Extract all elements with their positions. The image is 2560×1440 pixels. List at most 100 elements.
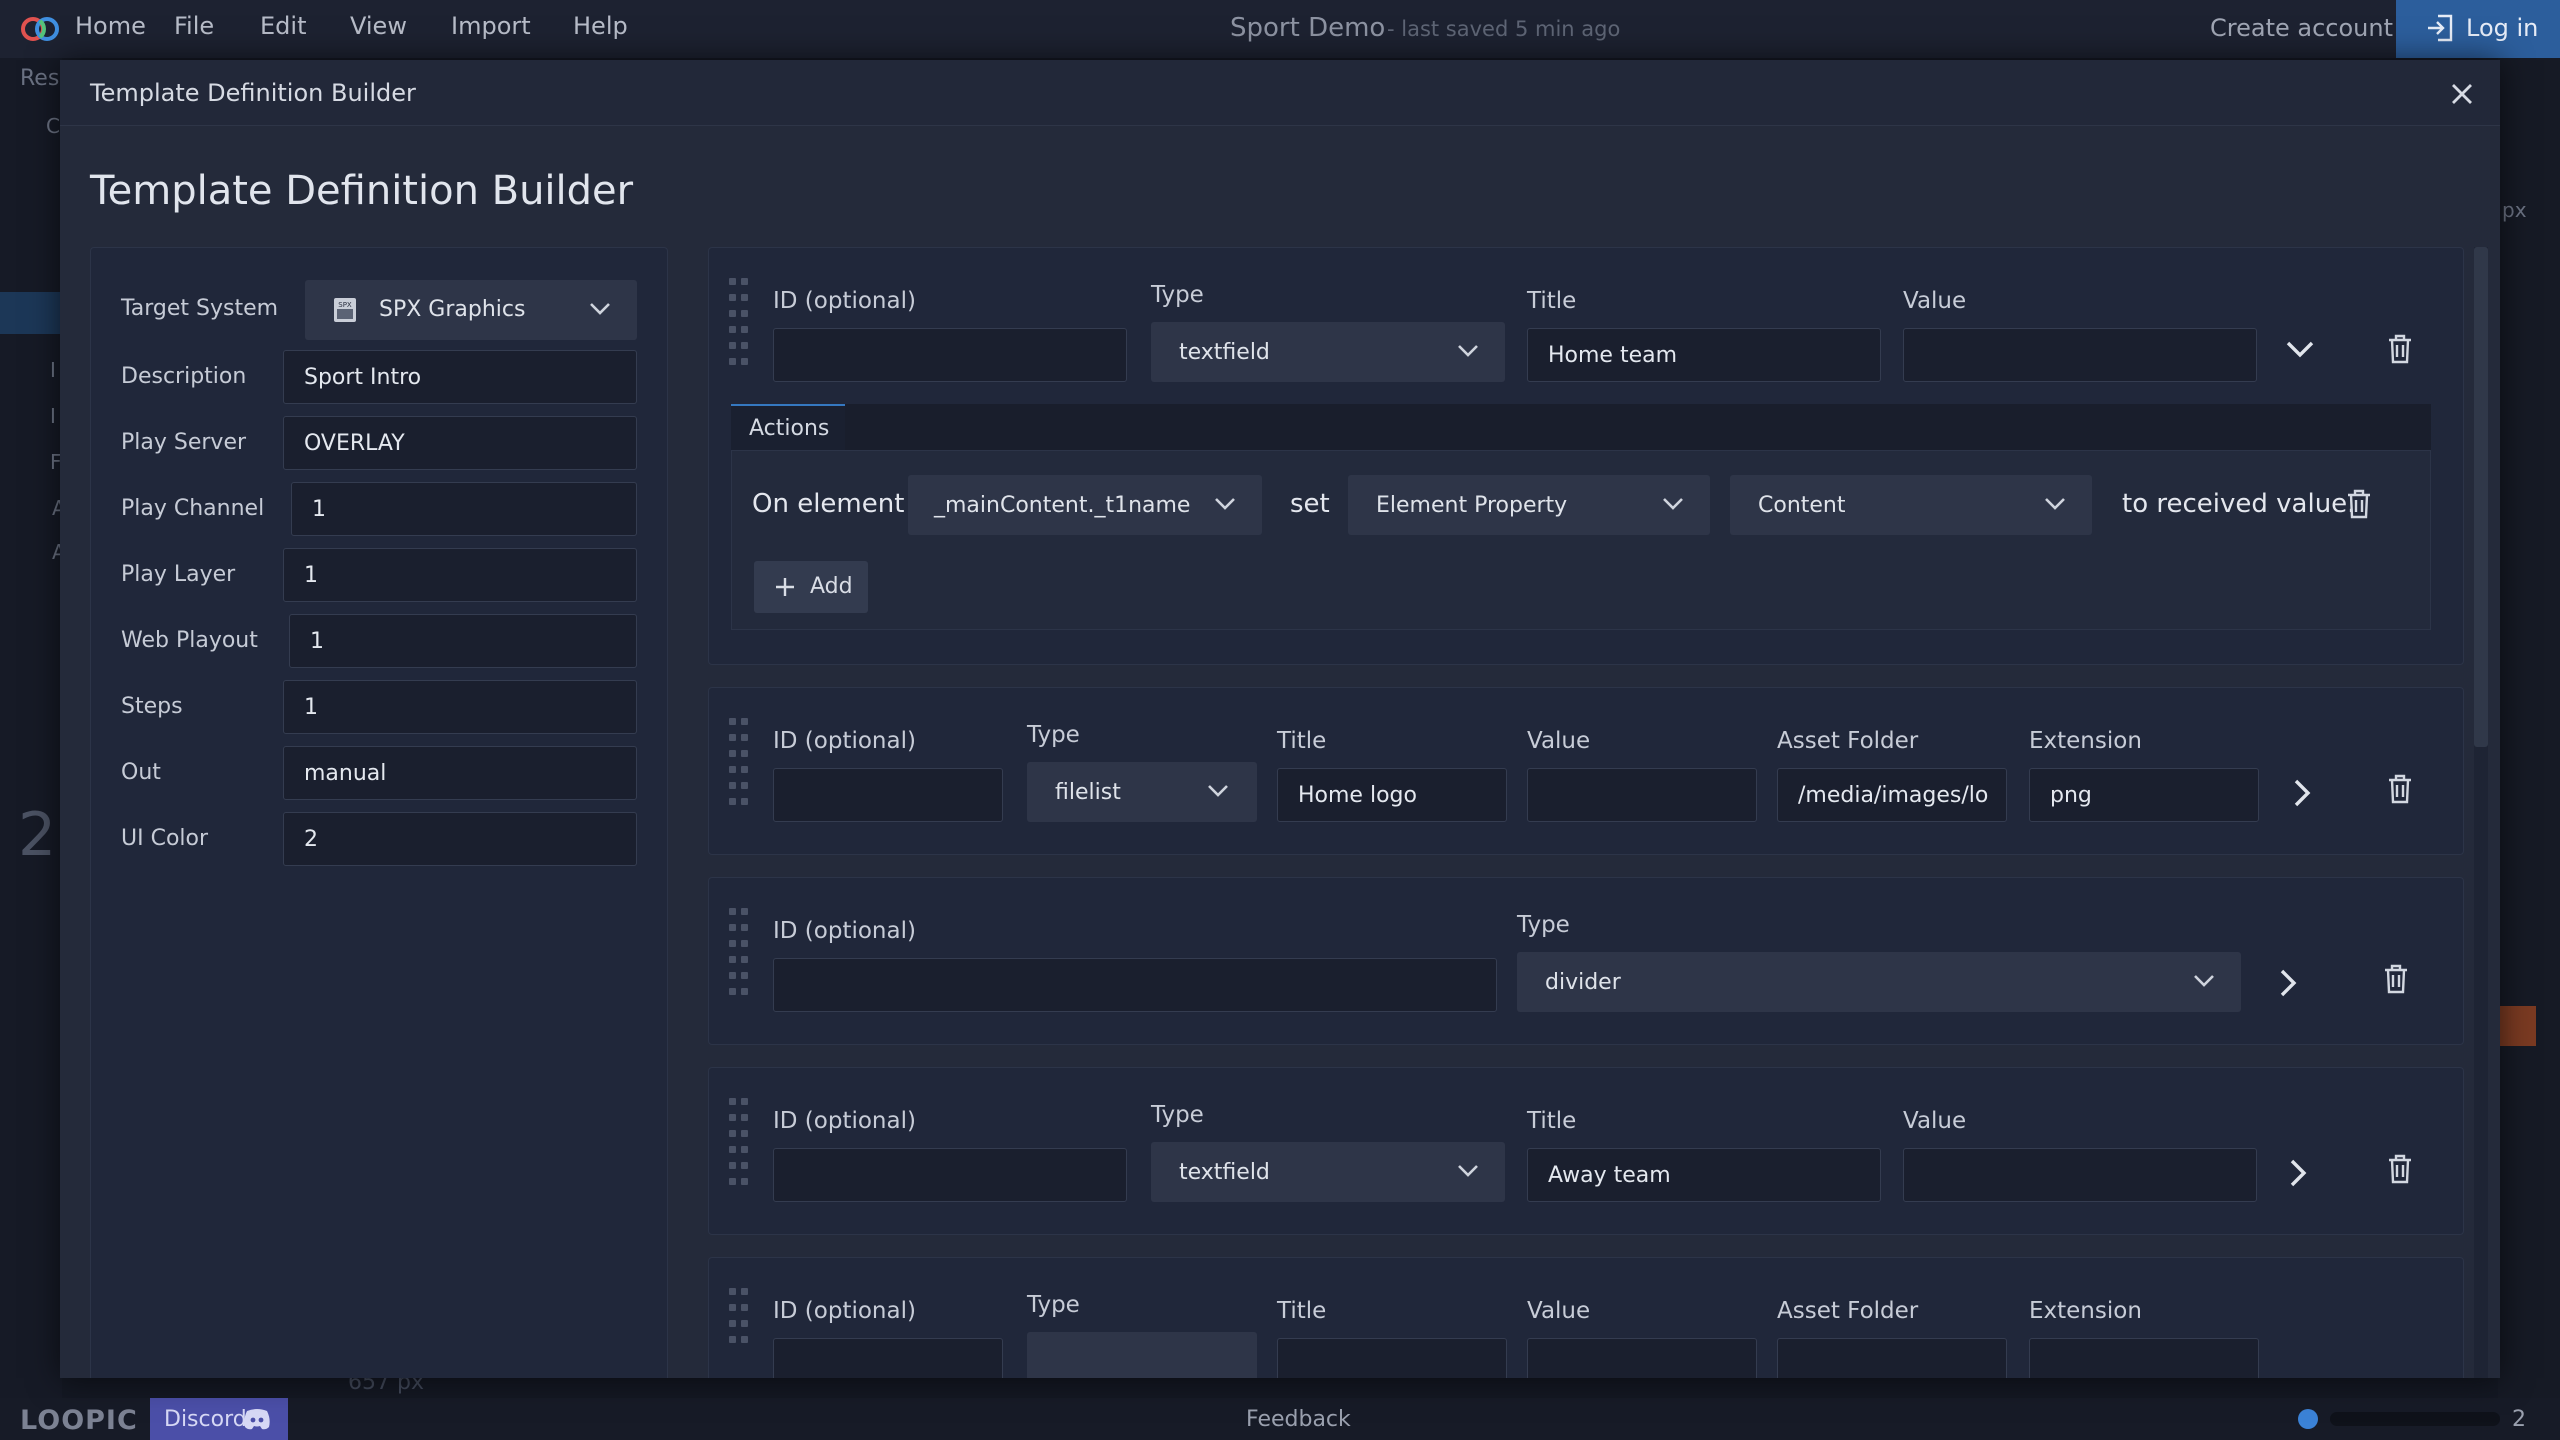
modal-header: Template Definition Builder (60, 60, 2500, 126)
drag-handle-icon[interactable] (729, 718, 753, 822)
asset-folder-input[interactable]: /media/images/lo (1777, 768, 2007, 822)
target-system-select[interactable]: SPX SPX Graphics (305, 280, 637, 340)
login-label: Log in (2466, 14, 2539, 42)
asset-folder-input[interactable] (1777, 1338, 2007, 1378)
type-label: Type (1151, 282, 1204, 308)
element-select[interactable]: _mainContent._t1name (908, 475, 1262, 535)
menu-import[interactable]: Import (451, 12, 531, 40)
title-input[interactable] (1277, 1338, 1507, 1378)
id-input[interactable] (773, 958, 1497, 1012)
type-select[interactable]: textfield (1151, 322, 1505, 382)
id-input[interactable] (773, 328, 1127, 382)
chevron-down-icon (2194, 975, 2214, 987)
create-account-link[interactable]: Create account (2210, 14, 2393, 42)
title-input[interactable]: Away team (1527, 1148, 1881, 1202)
ui-color-label: UI Color (121, 826, 209, 851)
chevron-down-icon[interactable] (2285, 340, 2315, 360)
trash-icon[interactable] (2387, 1154, 2413, 1184)
page-title: Template Definition Builder (90, 168, 634, 214)
drag-handle-icon[interactable] (729, 1098, 753, 1202)
trash-icon[interactable] (2387, 334, 2413, 364)
extension-label: Extension (2029, 1298, 2142, 1324)
play-channel-input[interactable]: 1 (291, 482, 637, 536)
feedback-link[interactable]: Feedback (1246, 1407, 1351, 1432)
target-system-value: SPX Graphics (379, 297, 526, 322)
type-value: divider (1545, 970, 1621, 995)
id-input[interactable] (773, 1148, 1127, 1202)
close-icon[interactable] (2444, 76, 2480, 112)
discord-label: Discord (164, 1407, 247, 1432)
actions-panel: On element _mainContent._t1name set Elem… (731, 450, 2431, 630)
type-value: filelist (1055, 780, 1121, 805)
type-select[interactable]: divider (1517, 952, 2241, 1012)
discord-button[interactable]: Discord (150, 1398, 288, 1440)
value-input[interactable] (1903, 328, 2257, 382)
target-system-label: Target System (121, 296, 279, 321)
type-select[interactable] (1027, 1332, 1257, 1378)
id-label: ID (optional) (773, 918, 916, 944)
template-builder-modal: Template Definition Builder Template Def… (60, 60, 2500, 1378)
menu-help[interactable]: Help (573, 12, 628, 40)
trash-icon[interactable] (2346, 489, 2372, 519)
chevron-down-icon (2045, 498, 2065, 510)
extension-input[interactable]: png (2029, 768, 2259, 822)
extension-input[interactable] (2029, 1338, 2259, 1378)
drag-handle-icon[interactable] (729, 278, 753, 382)
chevron-right-icon[interactable] (2289, 1158, 2309, 1188)
drag-handle-icon[interactable] (729, 1288, 753, 1378)
property-select[interactable]: Element Property (1348, 475, 1710, 535)
web-playout-input[interactable]: 1 (289, 614, 637, 668)
menu-bar: Home File Edit View Import Help Sport De… (0, 0, 2560, 58)
trash-icon[interactable] (2387, 774, 2413, 804)
chevron-down-icon (590, 303, 610, 315)
play-server-input[interactable]: OVERLAY (283, 416, 637, 470)
title-input[interactable]: Home logo (1277, 768, 1507, 822)
id-input[interactable] (773, 768, 1003, 822)
menu-view[interactable]: View (350, 12, 407, 40)
add-action-button[interactable]: Add (754, 561, 868, 613)
value-input[interactable] (1527, 1338, 1757, 1378)
out-input[interactable]: manual (283, 746, 637, 800)
ui-color-input[interactable]: 2 (283, 812, 637, 866)
menu-home[interactable]: Home (75, 12, 146, 40)
id-input[interactable] (773, 1338, 1003, 1378)
extension-label: Extension (2029, 728, 2142, 754)
tab-actions[interactable]: Actions (731, 404, 845, 450)
type-select[interactable]: textfield (1151, 1142, 1505, 1202)
value-input[interactable] (1527, 768, 1757, 822)
title-label: Title (1277, 728, 1327, 754)
play-layer-input[interactable]: 1 (283, 548, 637, 602)
chevron-down-icon (1215, 498, 1235, 510)
background-inspector: px (2498, 58, 2560, 1398)
chevron-down-icon (1458, 345, 1478, 357)
description-input[interactable]: Sport Intro (283, 350, 637, 404)
drag-handle-icon[interactable] (729, 908, 753, 1012)
bg-selected-row (0, 292, 62, 334)
menu-edit[interactable]: Edit (260, 12, 306, 40)
chevron-right-icon[interactable] (2293, 778, 2313, 808)
chevron-right-icon[interactable] (2279, 968, 2299, 998)
trash-icon[interactable] (2383, 964, 2409, 994)
type-select[interactable]: filelist (1027, 762, 1257, 822)
list-scrollbar-thumb[interactable] (2474, 247, 2488, 747)
tab-actions-label: Actions (749, 416, 830, 441)
field-card: ID (optional) Type Title Value Asset Fol… (708, 1257, 2464, 1378)
steps-input[interactable]: 1 (283, 680, 637, 734)
spx-icon: SPX (334, 298, 356, 322)
title-input[interactable]: Home team (1527, 328, 1881, 382)
type-label: Type (1151, 1102, 1204, 1128)
status-count: 2 (2512, 1407, 2526, 1432)
discord-icon (244, 1409, 270, 1430)
target-property-select[interactable]: Content (1730, 475, 2092, 535)
bg-sidebar-label: C (46, 114, 60, 138)
bg-orange-marker (2498, 1006, 2536, 1046)
value-input[interactable] (1903, 1148, 2257, 1202)
target-property-value: Content (1758, 493, 1846, 518)
menu-file[interactable]: File (174, 12, 214, 40)
app-logo-icon[interactable] (20, 15, 60, 43)
web-playout-label: Web Playout (121, 628, 258, 653)
modal-header-title: Template Definition Builder (90, 79, 416, 107)
login-button[interactable]: Log in (2396, 0, 2560, 58)
status-progress (2330, 1412, 2500, 1426)
plus-icon (776, 578, 794, 596)
